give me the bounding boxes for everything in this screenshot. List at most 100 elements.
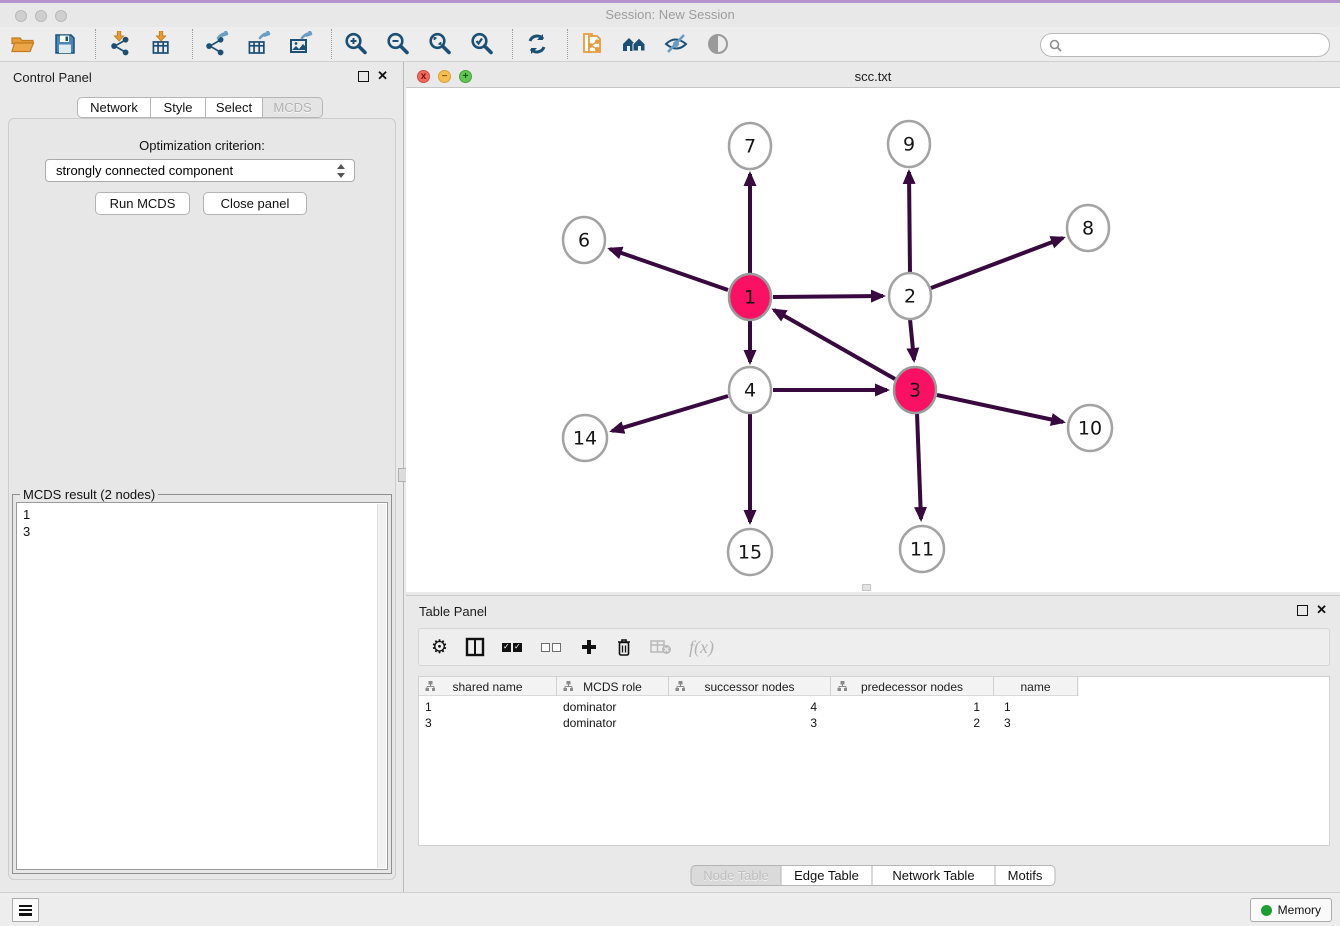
add-column-icon[interactable] bbox=[580, 638, 598, 656]
tab-motifs[interactable]: Motifs bbox=[996, 865, 1056, 886]
tab-label: Node Table bbox=[703, 868, 769, 883]
tab-node-table[interactable]: Node Table bbox=[691, 865, 782, 886]
optimization-criterion-select[interactable]: strongly connected component bbox=[45, 159, 355, 182]
refresh-view-icon[interactable] bbox=[523, 30, 551, 58]
graph-edge[interactable] bbox=[909, 172, 910, 273]
mcds-result-text[interactable]: 1 3 bbox=[16, 502, 388, 870]
task-history-button[interactable] bbox=[12, 898, 39, 922]
float-panel-icon[interactable] bbox=[1297, 605, 1308, 616]
tab-style[interactable]: Style bbox=[151, 97, 206, 118]
list-icon bbox=[19, 905, 32, 916]
close-panel-icon[interactable]: ✕ bbox=[377, 68, 388, 84]
network-view-window: x − + scc.txt bbox=[406, 65, 1340, 592]
open-session-icon[interactable] bbox=[9, 30, 37, 58]
memory-label: Memory bbox=[1278, 903, 1321, 917]
delete-column-icon[interactable] bbox=[615, 637, 633, 657]
zoom-selected-icon[interactable] bbox=[468, 30, 496, 58]
zoom-out-icon[interactable] bbox=[384, 30, 412, 58]
deselect-all-icon[interactable] bbox=[541, 643, 563, 652]
graph-node[interactable]: 10 bbox=[1068, 405, 1112, 451]
column-header-name[interactable]: name bbox=[994, 677, 1078, 696]
table-panel-title: Table Panel bbox=[419, 604, 487, 619]
app-window: Session: New Session bbox=[0, 0, 1340, 926]
result-line: 1 bbox=[23, 506, 381, 523]
network-overview-icon[interactable] bbox=[620, 30, 648, 58]
graph-edge[interactable] bbox=[612, 396, 728, 431]
graph-node[interactable]: 9 bbox=[888, 121, 930, 167]
tab-label: Network bbox=[90, 100, 138, 115]
cell-mcds-role[interactable]: dominator bbox=[557, 699, 669, 715]
column-header-successor-nodes[interactable]: successor nodes bbox=[669, 677, 831, 696]
graph-node[interactable]: 2 bbox=[889, 273, 931, 319]
graph-edge[interactable] bbox=[937, 395, 1063, 422]
cell-predecessor-nodes[interactable]: 1 bbox=[831, 699, 994, 715]
graph-node[interactable]: 15 bbox=[728, 529, 772, 575]
function-builder-icon[interactable]: f(x) bbox=[689, 637, 714, 658]
network-canvas[interactable]: 7 9 6 8 1 2 4 3 14 10 15 11 bbox=[406, 88, 1340, 592]
table-settings-icon[interactable]: ⚙ bbox=[431, 636, 448, 659]
graph-edge[interactable] bbox=[910, 319, 914, 360]
graph-edge[interactable] bbox=[773, 296, 883, 297]
column-layout-icon[interactable] bbox=[465, 637, 485, 657]
hide-graphics-details-icon[interactable] bbox=[662, 30, 690, 58]
cell-successor-nodes[interactable]: 4 bbox=[669, 699, 831, 715]
graph-node[interactable]: 7 bbox=[729, 123, 771, 169]
delete-table-icon[interactable] bbox=[650, 639, 672, 655]
zoom-in-icon[interactable] bbox=[342, 30, 370, 58]
table-row[interactable]: 3 dominator 3 2 3 bbox=[419, 715, 1078, 731]
tab-network-table[interactable]: Network Table bbox=[873, 865, 996, 886]
search-input[interactable] bbox=[1067, 38, 1329, 52]
zoom-fit-icon[interactable] bbox=[426, 30, 454, 58]
cell-name[interactable]: 3 bbox=[994, 715, 1078, 731]
column-label: predecessor nodes bbox=[861, 680, 963, 694]
graph-node[interactable]: 4 bbox=[729, 367, 771, 413]
close-panel-button[interactable]: Close panel bbox=[203, 192, 307, 215]
close-panel-icon[interactable]: ✕ bbox=[1316, 602, 1327, 618]
button-label: Close panel bbox=[221, 196, 290, 211]
run-mcds-button[interactable]: Run MCDS bbox=[95, 192, 190, 215]
column-header-mcds-role[interactable]: MCDS role bbox=[557, 677, 669, 696]
cell-successor-nodes[interactable]: 3 bbox=[669, 715, 831, 731]
graph-edge[interactable] bbox=[610, 249, 728, 290]
tab-network[interactable]: Network bbox=[77, 97, 151, 118]
graph-node[interactable]: 14 bbox=[563, 415, 607, 461]
tab-edge-table[interactable]: Edge Table bbox=[782, 865, 873, 886]
graph-edge[interactable] bbox=[931, 238, 1063, 288]
search-field[interactable] bbox=[1040, 33, 1330, 57]
split-grip[interactable] bbox=[862, 584, 871, 591]
graph-node[interactable]: 6 bbox=[563, 217, 605, 263]
table-row[interactable]: 1 dominator 4 1 1 bbox=[419, 699, 1078, 715]
export-table-icon[interactable] bbox=[245, 30, 273, 58]
show-graphics-details-icon[interactable] bbox=[704, 30, 732, 58]
graph-node[interactable]: 11 bbox=[900, 526, 944, 572]
float-panel-icon[interactable] bbox=[358, 71, 369, 82]
cell-shared-name[interactable]: 3 bbox=[419, 715, 557, 731]
clone-network-icon[interactable] bbox=[578, 30, 606, 58]
column-header-predecessor-nodes[interactable]: predecessor nodes bbox=[831, 677, 994, 696]
tab-mcds[interactable]: MCDS bbox=[263, 97, 323, 118]
graph-node[interactable]: 3 bbox=[894, 367, 936, 413]
cell-shared-name[interactable]: 1 bbox=[419, 699, 557, 715]
import-network-icon[interactable] bbox=[106, 30, 134, 58]
memory-button[interactable]: Memory bbox=[1250, 898, 1332, 922]
column-label: name bbox=[1020, 680, 1050, 694]
column-header-shared-name[interactable]: shared name bbox=[419, 677, 557, 696]
shared-column-icon bbox=[675, 681, 685, 691]
column-label: MCDS role bbox=[583, 680, 642, 694]
node-table[interactable]: shared name MCDS role successor nodes pr… bbox=[418, 676, 1330, 846]
optimization-criterion-label: Optimization criterion: bbox=[9, 138, 395, 153]
cell-name[interactable]: 1 bbox=[994, 699, 1078, 715]
select-all-icon[interactable] bbox=[502, 643, 524, 652]
tab-select[interactable]: Select bbox=[206, 97, 263, 118]
import-table-icon[interactable] bbox=[148, 30, 176, 58]
graph-node[interactable]: 1 bbox=[729, 274, 771, 320]
graph-edge[interactable] bbox=[917, 413, 921, 519]
cell-predecessor-nodes[interactable]: 2 bbox=[831, 715, 994, 731]
graph-node[interactable]: 8 bbox=[1067, 205, 1109, 251]
export-image-icon[interactable] bbox=[287, 30, 315, 58]
result-scrollbar[interactable] bbox=[377, 504, 386, 868]
export-network-icon[interactable] bbox=[203, 30, 231, 58]
graph-edge[interactable] bbox=[774, 310, 895, 379]
cell-mcds-role[interactable]: dominator bbox=[557, 715, 669, 731]
save-session-icon[interactable] bbox=[51, 30, 79, 58]
